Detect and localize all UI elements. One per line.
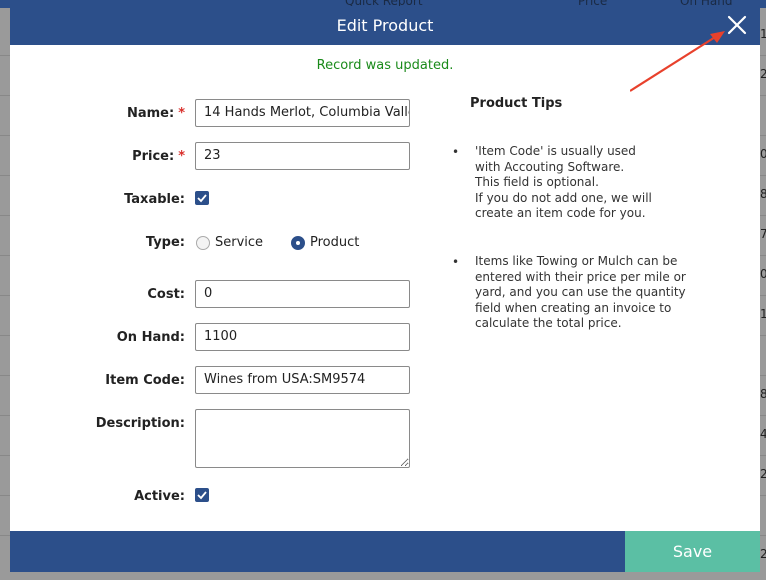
tip-towing: Items like Towing or Mulch can be entere… [475, 254, 715, 332]
itemcode-label: Item Code: [105, 373, 185, 388]
tip-line: entered with their price per mile or [475, 269, 686, 284]
tip-line: Items like Towing or Mulch can be [475, 254, 678, 268]
type-radio-service[interactable] [196, 236, 210, 250]
description-label: Description: [95, 416, 185, 431]
active-label: Active: [134, 489, 185, 504]
name-label-text: Name: [126, 106, 175, 121]
tip-line: field when creating an invoice to [475, 300, 672, 315]
required-mark: * [178, 106, 185, 121]
check-icon [197, 194, 207, 203]
bg-row-value: 0 [760, 267, 766, 281]
edit-product-modal: Edit Product Record was updated. Name: * … [10, 6, 760, 572]
bg-row-value: 2 [760, 67, 766, 81]
itemcode-input[interactable]: Wines from USA:SM9574 [195, 366, 410, 394]
red-arrow-icon [630, 31, 725, 92]
onhand-input[interactable]: 1100 [195, 323, 410, 351]
tip-line: This field is optional. [475, 175, 599, 189]
type-option-product: Product [310, 235, 360, 250]
type-label: Type: [145, 235, 185, 250]
cost-input[interactable]: 0 [195, 280, 410, 308]
bg-row-value: 1 [760, 307, 766, 321]
tip-line: 'Item Code' is usually used [475, 144, 636, 158]
bg-row-value: 8 [760, 387, 766, 401]
tip-bullet: • [452, 255, 460, 269]
name-input[interactable]: 14 Hands Merlot, Columbia Valley [195, 99, 410, 127]
tip-line: with Accouting Software. [475, 159, 625, 174]
bg-row-value: 2 [760, 467, 766, 481]
description-textarea[interactable] [195, 409, 410, 468]
bg-row-value: 1 [760, 27, 766, 41]
tip-bullet: • [452, 145, 460, 159]
bg-row-value: 4 [760, 427, 766, 441]
tip-line: create an item code for you. [475, 206, 646, 220]
taxable-label: Taxable: [124, 192, 185, 207]
tip-line: If you do not add one, we will [475, 190, 652, 205]
product-tips-title: Product Tips [470, 96, 563, 111]
price-input[interactable]: 23 [195, 142, 410, 170]
bg-row-value: 7 [760, 227, 766, 241]
modal-footer: Save [10, 531, 760, 572]
type-radio-product[interactable] [291, 236, 305, 250]
cost-label: Cost: [147, 287, 185, 302]
bg-row-value: 2 [760, 547, 766, 561]
required-mark: * [178, 149, 185, 164]
tip-line: calculate the total price. [475, 316, 622, 330]
price-label-text: Price: [132, 149, 175, 164]
check-icon [197, 491, 207, 500]
taxable-checkbox[interactable] [195, 191, 209, 205]
tip-item-code: 'Item Code' is usually used with Accouti… [475, 144, 715, 222]
name-label: Name: * [10, 106, 185, 121]
bg-row-value: 0 [760, 147, 766, 161]
tip-line: yard, and you can use the quantity [475, 285, 686, 299]
save-button[interactable]: Save [625, 531, 760, 572]
active-checkbox[interactable] [195, 488, 209, 502]
price-label: Price: * [10, 149, 185, 164]
type-option-service: Service [215, 235, 264, 250]
onhand-label: On Hand: [116, 330, 185, 345]
bg-row-value: 8 [760, 187, 766, 201]
